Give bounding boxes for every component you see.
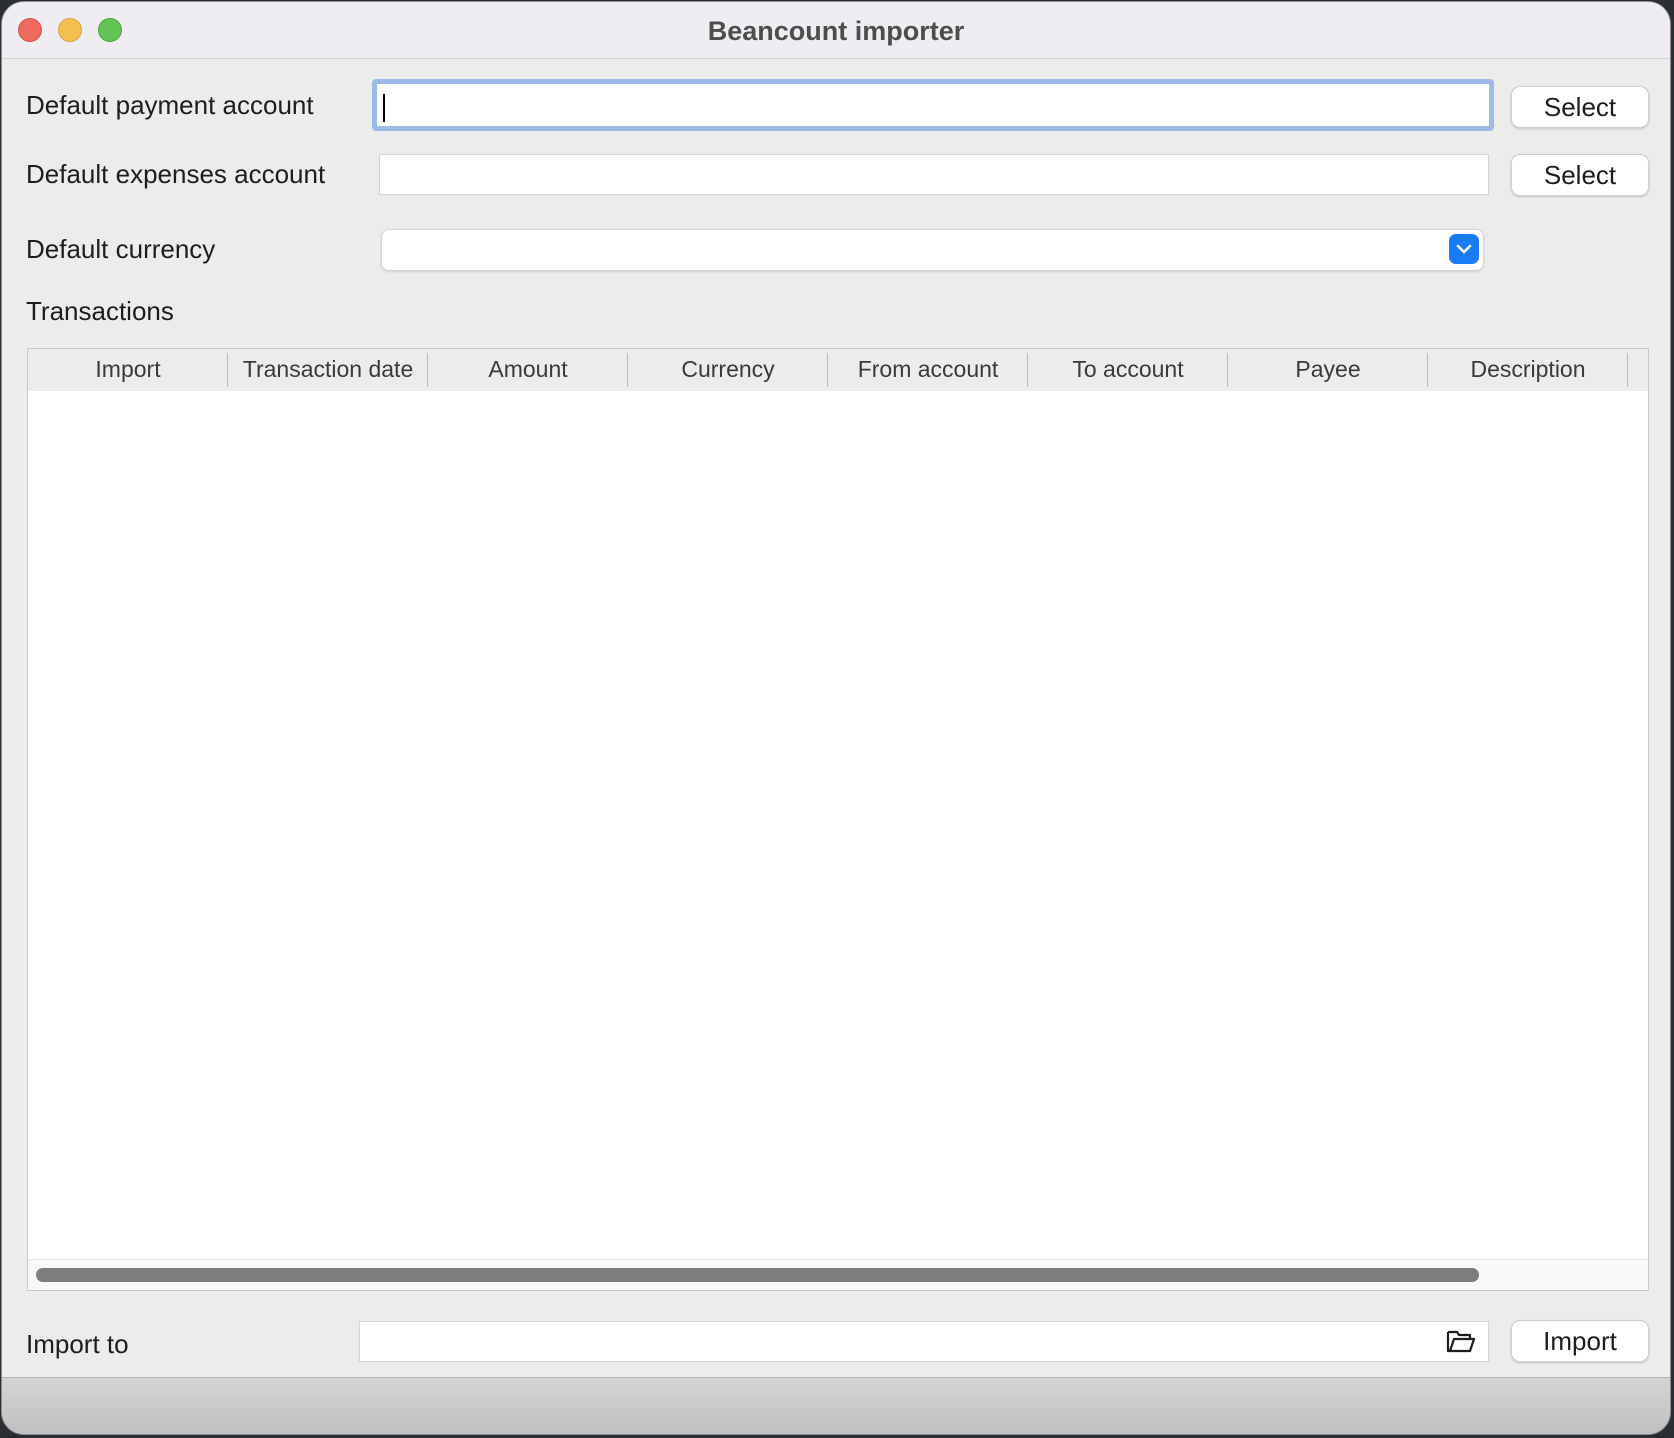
import-button[interactable]: Import <box>1511 1320 1649 1362</box>
column-header-from-account[interactable]: From account <box>828 349 1028 391</box>
scrollbar-thumb[interactable] <box>36 1268 1479 1282</box>
folder-open-icon[interactable] <box>1446 1328 1476 1361</box>
currency-select[interactable] <box>381 229 1484 271</box>
column-header-description[interactable]: Description <box>1428 349 1628 391</box>
main-window: Beancount importer Default payment accou… <box>2 2 1670 1434</box>
column-header-import[interactable]: Import <box>28 349 228 391</box>
import-to-input[interactable] <box>359 1321 1489 1362</box>
horizontal-scrollbar[interactable] <box>28 1259 1648 1290</box>
import-to-label: Import to <box>26 1329 129 1359</box>
select-payment-account-button[interactable]: Select <box>1511 86 1649 128</box>
chevron-down-icon[interactable] <box>1449 234 1479 264</box>
transactions-table[interactable]: Import Transaction date Amount Currency … <box>27 348 1649 1291</box>
expenses-account-label: Default expenses account <box>26 159 326 189</box>
title-bar[interactable]: Beancount importer <box>2 2 1670 59</box>
currency-label: Default currency <box>26 234 216 264</box>
column-header-amount[interactable]: Amount <box>428 349 628 391</box>
select-expenses-account-button[interactable]: Select <box>1511 154 1649 196</box>
payment-account-label: Default payment account <box>26 90 314 120</box>
column-header-to-account[interactable]: To account <box>1028 349 1228 391</box>
text-caret <box>383 94 385 122</box>
expenses-account-input[interactable] <box>379 154 1489 195</box>
window-bottom-bar <box>2 1377 1670 1434</box>
window-title: Beancount importer <box>707 16 965 46</box>
column-header-transaction-date[interactable]: Transaction date <box>228 349 428 391</box>
transactions-label: Transactions <box>26 296 174 326</box>
column-header-currency[interactable]: Currency <box>628 349 828 391</box>
column-header-payee[interactable]: Payee <box>1228 349 1428 391</box>
payment-account-input[interactable] <box>372 79 1494 131</box>
table-header: Import Transaction date Amount Currency … <box>28 349 1648 391</box>
